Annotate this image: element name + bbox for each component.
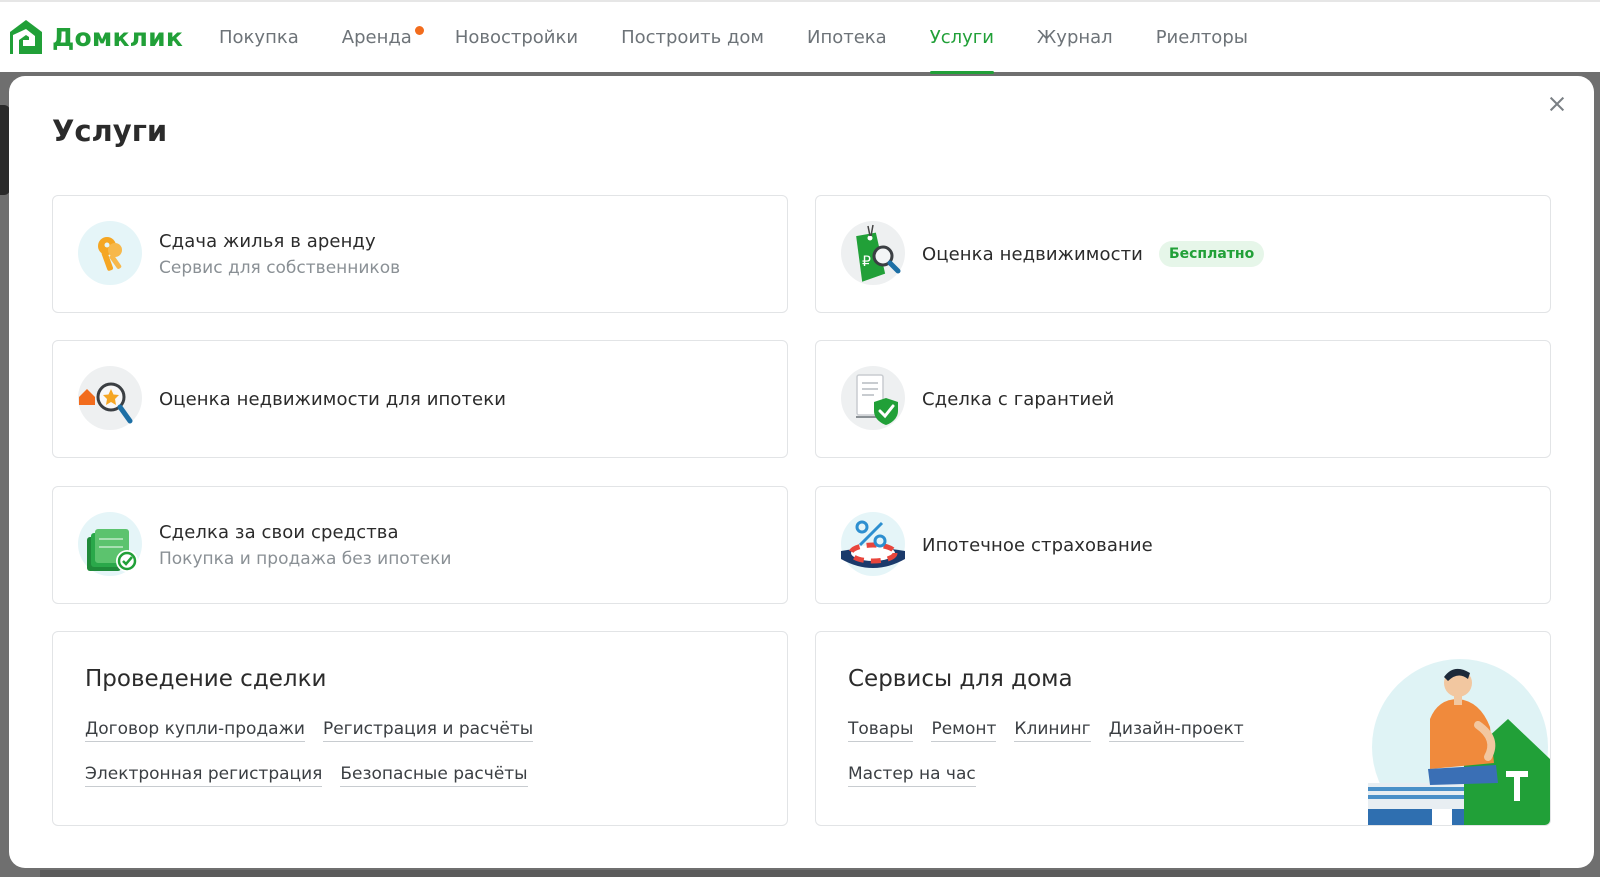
deal-services-section: Проведение сделки Договор купли-продажи Р… — [52, 631, 788, 826]
money-check-icon — [78, 512, 142, 576]
services-modal: Услуги Сдача жилья в аренду Сервис для с… — [9, 76, 1594, 868]
card-subtitle: Покупка и продажа без ипотеки — [159, 548, 452, 569]
domclick-logo-icon — [10, 20, 42, 54]
card-subtitle: Сервис для собственников — [159, 257, 401, 278]
link-electronic-registration[interactable]: Электронная регистрация — [85, 764, 323, 787]
card-title: Ипотечное страхование — [922, 534, 1153, 556]
svg-text:₽: ₽ — [862, 254, 871, 270]
service-card-valuation[interactable]: ₽ Оценка недвижимости Бесплатно — [815, 195, 1551, 313]
man-with-house-illustration — [1368, 659, 1550, 825]
card-title: Оценка недвижимости для ипотеки — [159, 388, 506, 410]
nav-item-new-buildings[interactable]: Новостройки — [455, 2, 578, 74]
link-safe-payments[interactable]: Безопасные расчёты — [340, 764, 528, 787]
document-shield-icon — [841, 366, 905, 430]
nav-item-buy[interactable]: Покупка — [219, 2, 299, 74]
link-goods[interactable]: Товары — [848, 719, 914, 742]
link-design-project[interactable]: Дизайн-проект — [1108, 719, 1244, 742]
service-card-rent[interactable]: Сдача жилья в аренду Сервис для собствен… — [52, 195, 788, 313]
nav-item-build-house[interactable]: Построить дом — [621, 2, 764, 74]
link-repair[interactable]: Ремонт — [931, 719, 997, 742]
notification-dot — [414, 26, 424, 35]
brand-name: Домклик — [52, 22, 184, 52]
nav-item-label: Риелторы — [1155, 27, 1248, 48]
link-registration-payments[interactable]: Регистрация и расчёты — [322, 719, 534, 742]
percent-lifebuoy-icon — [841, 512, 905, 576]
nav-item-rent[interactable]: Аренда — [341, 2, 424, 74]
section-title: Сервисы для дома — [848, 666, 1073, 692]
nav-item-label: Аренда — [341, 27, 412, 48]
backdrop-content — [40, 870, 1540, 877]
card-title: Сделка с гарантией — [922, 388, 1115, 410]
keys-icon — [78, 221, 142, 285]
service-card-own-funds[interactable]: Сделка за свои средства Покупка и продаж… — [52, 486, 788, 604]
main-nav: Покупка Аренда Новостройки Построить дом… — [219, 2, 1291, 74]
nav-item-label: Ипотека — [807, 27, 887, 48]
nav-item-realtors[interactable]: Риелторы — [1156, 2, 1248, 74]
nav-item-label: Новостройки — [454, 27, 579, 48]
card-title: Оценка недвижимости — [922, 243, 1143, 265]
service-card-mortgage-valuation[interactable]: Оценка недвижимости для ипотеки — [52, 340, 788, 458]
card-title: Сделка за свои средства — [159, 521, 399, 543]
modal-title: Услуги — [52, 114, 168, 148]
nav-item-label: Журнал — [1036, 27, 1113, 48]
link-sale-contract[interactable]: Договор купли-продажи — [85, 719, 305, 742]
nav-item-journal[interactable]: Журнал — [1037, 2, 1113, 74]
section-title: Проведение сделки — [85, 666, 327, 692]
nav-item-label: Покупка — [219, 27, 299, 48]
house-magnifier-icon — [78, 366, 142, 430]
free-badge: Бесплатно — [1158, 241, 1265, 267]
top-navigation: Домклик Покупка Аренда Новостройки Постр… — [0, 0, 1600, 74]
service-card-insurance[interactable]: Ипотечное страхование — [815, 486, 1551, 604]
price-tag-search-icon: ₽ — [841, 221, 905, 285]
nav-item-services[interactable]: Услуги — [929, 2, 995, 74]
home-services-section: Сервисы для дома Товары Ремонт Клининг Диза… — [815, 631, 1551, 826]
link-handyman[interactable]: Мастер на час — [848, 764, 976, 787]
close-icon[interactable] — [1544, 91, 1570, 117]
deal-links: Договор купли-продажи Регистрация и расчё… — [85, 719, 725, 809]
card-title: Сдача жилья в аренду — [159, 230, 376, 252]
brand-logo[interactable]: Домклик — [8, 18, 183, 56]
nav-item-mortgage[interactable]: Ипотека — [807, 2, 887, 74]
nav-item-label: Услуги — [929, 27, 994, 48]
link-cleaning[interactable]: Клининг — [1014, 719, 1091, 742]
home-links: Товары Ремонт Клининг Дизайн-проект Мастер … — [848, 719, 1308, 809]
service-card-guaranteed-deal[interactable]: Сделка с гарантией — [815, 340, 1551, 458]
nav-item-label: Построить дом — [621, 27, 764, 48]
